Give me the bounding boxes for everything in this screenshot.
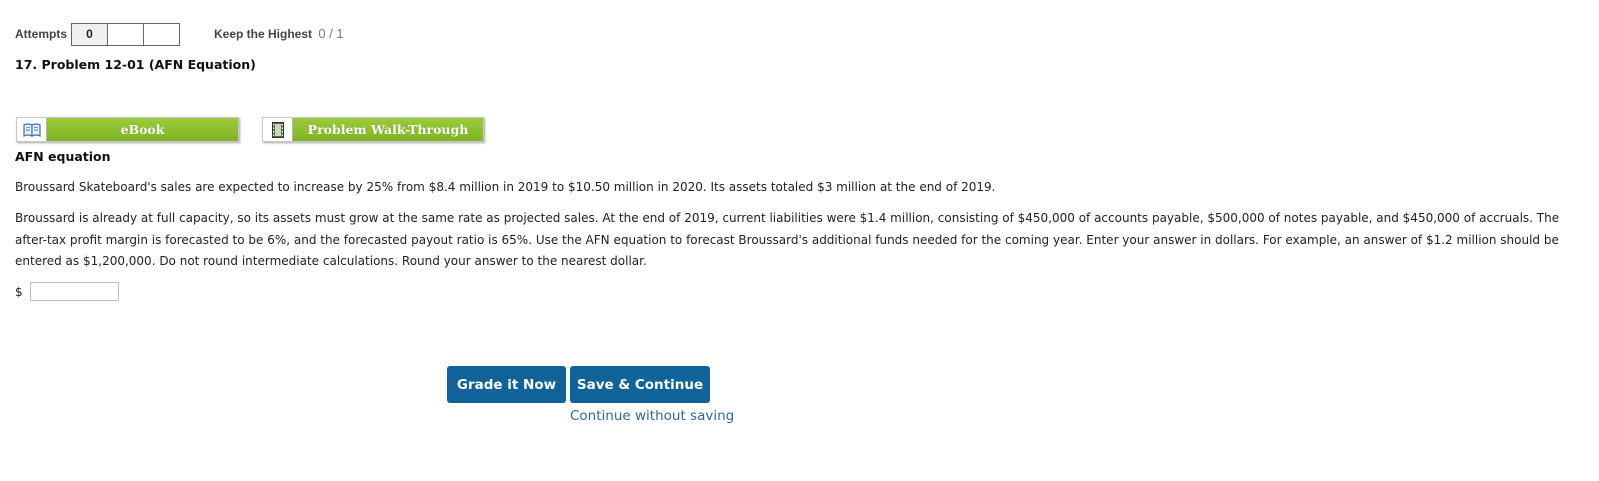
ebook-label: eBook — [47, 118, 238, 141]
save-continue-button[interactable]: Save & Continue — [570, 366, 710, 403]
grade-it-now-button[interactable]: Grade it Now — [447, 366, 566, 403]
film-icon — [263, 118, 293, 141]
answer-input[interactable] — [30, 282, 119, 301]
attempts-tracker: Attempts 0 — [15, 22, 181, 46]
walkthrough-button[interactable]: Problem Walk-Through — [262, 117, 484, 142]
score-value: 0 / 1 — [318, 26, 344, 41]
ebook-button[interactable]: eBook — [16, 117, 239, 142]
attempt-box-2 — [107, 22, 145, 46]
book-icon — [17, 118, 47, 141]
problem-paragraph-1: Broussard Skateboard's sales are expecte… — [15, 180, 996, 194]
attempt-box-1: 0 — [71, 22, 109, 46]
walkthrough-label: Problem Walk-Through — [293, 118, 483, 141]
answer-row: $ — [15, 282, 119, 301]
attempt-box-3 — [143, 22, 181, 46]
attempts-label: Attempts — [15, 27, 68, 41]
continue-without-saving-link[interactable]: Continue without saving — [570, 408, 734, 424]
problem-paragraph-2: Broussard is already at full capacity, s… — [15, 211, 1560, 268]
dollar-prefix: $ — [15, 284, 23, 299]
problem-title: 17. Problem 12-01 (AFN Equation) — [15, 57, 256, 72]
keep-highest-label: Keep the Highest — [214, 27, 313, 41]
section-title: AFN equation — [15, 149, 111, 164]
keep-highest: Keep the Highest 0 / 1 — [214, 26, 344, 41]
